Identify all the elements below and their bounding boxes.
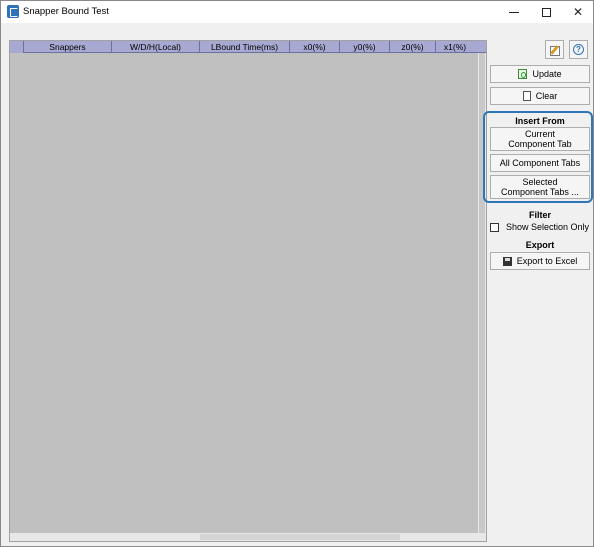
show-selection-only-label[interactable]: Show Selection Only [506, 222, 589, 232]
main-window: Snapper Bound Test ✕ Snappers W/D/H(Loca… [0, 0, 594, 547]
column-header-x0[interactable]: x0(%) [290, 41, 340, 53]
selected-line2: Component Tabs ... [501, 187, 579, 197]
maximize-icon [541, 7, 551, 17]
current-line2: Component Tab [508, 139, 572, 149]
show-selection-only-checkbox[interactable] [490, 222, 499, 232]
window-title: Snapper Bound Test [23, 6, 109, 17]
current-line1: Current [524, 129, 555, 139]
minimize-button[interactable] [499, 1, 529, 23]
maximize-button[interactable] [531, 1, 561, 23]
column-header-wdh-local[interactable]: W/D/H(Local) [112, 41, 200, 53]
save-icon [502, 256, 512, 266]
clear-label: Clear [535, 91, 558, 101]
insert-from-title: Insert From [515, 116, 565, 126]
edit-button[interactable] [545, 40, 564, 59]
horizontal-scrollbar[interactable] [10, 533, 478, 541]
grid-body[interactable] [10, 53, 478, 533]
export-title: Export [525, 240, 555, 250]
column-header-z0[interactable]: z0(%) [390, 41, 436, 53]
help-button[interactable]: ? [569, 40, 588, 59]
close-button[interactable]: ✕ [563, 1, 593, 23]
edit-icon [549, 45, 560, 56]
help-icon: ? [573, 44, 584, 55]
snapper-grid[interactable]: Snappers W/D/H(Local) LBound Time(ms) x0… [9, 40, 487, 542]
insert-selected-component-tabs-button[interactable]: Selected Component Tabs ... [490, 175, 590, 199]
all-tabs-label: All Component Tabs [499, 158, 581, 168]
export-to-excel-label: Export to Excel [516, 256, 578, 266]
right-panel: ? Update Clear Insert From Current Compo… [483, 23, 593, 546]
app-icon [7, 5, 19, 18]
column-header-snappers[interactable]: Snappers [24, 41, 112, 53]
show-selection-only-row[interactable]: Show Selection Only [490, 222, 589, 232]
update-button[interactable]: Update [490, 65, 590, 83]
horizontal-scroll-thumb[interactable] [200, 534, 400, 540]
clear-button[interactable]: Clear [490, 87, 590, 105]
column-header-y0[interactable]: y0(%) [340, 41, 390, 53]
column-header-lbound-time[interactable]: LBound Time(ms) [200, 41, 290, 53]
insert-all-component-tabs-button[interactable]: All Component Tabs [490, 154, 590, 172]
grid-header: Snappers W/D/H(Local) LBound Time(ms) x0… [10, 41, 486, 53]
insert-current-component-tab-button[interactable]: Current Component Tab [490, 127, 590, 151]
update-icon [518, 69, 528, 79]
column-header-x1[interactable]: x1(%) [436, 41, 474, 53]
row-header-corner[interactable] [10, 41, 24, 53]
filter-title: Filter [528, 210, 551, 220]
close-icon: ✕ [572, 5, 584, 19]
title-bar[interactable]: Snapper Bound Test ✕ [1, 1, 593, 23]
update-label: Update [532, 69, 562, 79]
export-to-excel-button[interactable]: Export to Excel [490, 252, 590, 270]
minimize-icon [509, 12, 519, 13]
selected-line1: Selected [522, 177, 558, 187]
clear-icon [522, 91, 531, 101]
